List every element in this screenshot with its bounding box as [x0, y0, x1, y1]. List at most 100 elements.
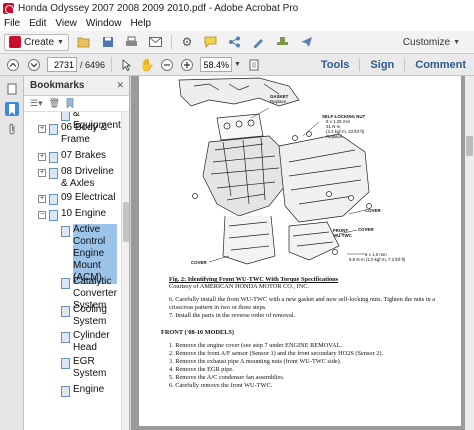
bookmarks-scrollbar[interactable]: [121, 112, 129, 430]
expand-icon[interactable]: +: [38, 169, 46, 177]
page-thumbnails-icon[interactable]: [5, 82, 19, 96]
open-folder-icon[interactable]: [75, 33, 93, 51]
toolbar-divider: [111, 57, 113, 72]
send-icon[interactable]: [298, 33, 316, 51]
menu-edit[interactable]: Edit: [29, 18, 46, 29]
chevron-down-icon[interactable]: ▼: [234, 61, 241, 68]
gear-icon[interactable]: ⚙: [178, 33, 196, 51]
bookmarks-panel: Bookmarks ✕ ☰▾ 🗑 & Equipment +06 Body & F…: [24, 76, 130, 430]
scrollbar-thumb[interactable]: [123, 202, 129, 242]
customize-label: Customize: [402, 36, 451, 48]
print-icon[interactable]: [123, 33, 141, 51]
document-scrollbar[interactable]: [465, 76, 474, 430]
delete-bookmark-icon[interactable]: 🗑: [49, 98, 60, 109]
menu-help[interactable]: Help: [130, 18, 151, 29]
select-cursor-icon[interactable]: [118, 56, 136, 74]
comment-button[interactable]: Comment: [404, 58, 474, 71]
share-icon[interactable]: [226, 33, 244, 51]
new-bookmark-icon[interactable]: [66, 97, 74, 110]
page-down-icon[interactable]: [25, 56, 43, 74]
bookmarks-toolbar: ☰▾ 🗑: [24, 96, 129, 112]
bookmark-label: 09 Electrical: [61, 192, 116, 203]
exhaust-diagram: [178, 77, 372, 265]
bookmark-item[interactable]: − 10 Engine: [38, 208, 119, 221]
bookmark-item[interactable]: Cooling System: [58, 304, 117, 328]
bookmark-item[interactable]: Active Control Engine Mount (ACM): [58, 224, 117, 284]
bookmark-page-icon: [61, 358, 70, 369]
step-b-1: 1. Remove the engine cover (see step 7 u…: [169, 342, 343, 349]
callout-nut-sub: Replace.: [326, 134, 344, 139]
step-a-6: 6. Carefully install the front WU-TWC wi…: [169, 296, 436, 311]
bookmark-label: 10 Engine: [61, 208, 107, 219]
step-b-5: 5. Remove the A/C condenser fan assembli…: [169, 374, 285, 381]
step-b-6: 6. Carefully remove the front WU-TWC.: [169, 382, 273, 389]
collapse-icon[interactable]: −: [38, 211, 46, 219]
step-b-2: 2. Remove the front A/F sensor (Sensor 1…: [169, 350, 384, 357]
page-up-icon[interactable]: [4, 56, 22, 74]
hand-icon[interactable]: ✋: [138, 56, 156, 74]
callout-gasket-sub: Replace.: [270, 99, 288, 104]
menu-file[interactable]: File: [4, 18, 20, 29]
sign-pen-icon[interactable]: [250, 33, 268, 51]
bookmark-item[interactable]: Engine: [58, 384, 117, 397]
save-icon[interactable]: [99, 33, 117, 51]
page-number-input[interactable]: [47, 57, 77, 72]
bookmark-page-icon: [61, 112, 70, 121]
bookmark-label: 08 Driveline & Axles: [61, 166, 114, 189]
bookmark-page-icon: [61, 332, 70, 343]
bookmark-label: 07 Brakes: [61, 150, 107, 161]
expand-icon[interactable]: +: [38, 153, 46, 161]
zoom-level-input[interactable]: [200, 57, 233, 72]
stamp-icon[interactable]: [274, 33, 292, 51]
bookmark-item[interactable]: +08 Driveline & Axles: [38, 166, 119, 190]
zoom-out-icon[interactable]: [158, 56, 176, 74]
close-icon[interactable]: ✕: [116, 80, 124, 91]
bookmark-page-icon: [49, 124, 58, 135]
bookmark-label: EGR System: [73, 356, 107, 379]
bookmark-item[interactable]: +06 Body & Frame: [38, 122, 119, 146]
bookmark-item[interactable]: +07 Brakes: [38, 150, 119, 163]
chevron-down-icon: ▼: [57, 38, 64, 46]
figure-courtesy: Courtesy of AMERICAN HONDA MOTOR CO., IN…: [169, 283, 309, 290]
customize-dropdown[interactable]: Customize ▼: [403, 37, 460, 48]
create-label: Create: [24, 36, 55, 48]
bookmark-item[interactable]: +09 Electrical: [38, 192, 119, 205]
section-heading: FRONT ('08-10 MODELS): [161, 329, 234, 336]
options-icon[interactable]: ☰▾: [30, 98, 43, 109]
bookmark-label: Active Control Engine Mount (ACM): [73, 224, 117, 284]
bookmark-page-icon: [61, 386, 70, 397]
menu-window[interactable]: Window: [86, 18, 122, 29]
email-icon[interactable]: [147, 33, 165, 51]
document-viewer[interactable]: GASKET Replace. SELF-LOCKING NUT 8 x 1.2…: [131, 76, 474, 430]
bookmarks-icon[interactable]: [4, 102, 19, 116]
navigation-pane-strip: [0, 76, 24, 430]
create-button[interactable]: Create ▼: [4, 33, 69, 51]
fit-page-icon[interactable]: [245, 56, 263, 74]
step-b-4: 4. Remove the EGR pipe.: [169, 366, 234, 373]
zoom-in-icon[interactable]: [178, 56, 196, 74]
menu-view[interactable]: View: [55, 18, 77, 29]
bookmark-page-icon: [49, 168, 58, 179]
tools-button[interactable]: Tools: [311, 59, 360, 71]
bookmark-page-icon: [61, 306, 70, 317]
attachments-icon[interactable]: [5, 122, 19, 136]
scrollbar-thumb[interactable]: [466, 136, 473, 156]
sign-button[interactable]: Sign: [359, 58, 404, 71]
expand-icon[interactable]: +: [38, 195, 46, 203]
bookmark-item[interactable]: Cylinder Head: [58, 330, 117, 354]
bookmark-item[interactable]: EGR System: [58, 356, 117, 380]
title-bar: Honda Odyssey 2007 2008 2009 2010.pdf - …: [0, 0, 474, 16]
expand-icon[interactable]: +: [38, 125, 46, 133]
step-a-7: 7. Install the parts in the reverse orde…: [169, 312, 296, 319]
callout-front-wu: WU-TWC: [333, 233, 352, 238]
comment-bubble-icon[interactable]: [202, 33, 220, 51]
bookmark-page-icon: [61, 278, 70, 289]
callout-cover-2: COVER: [358, 227, 374, 232]
acrobat-logo-icon: [3, 2, 14, 14]
bookmark-page-icon: [49, 194, 58, 205]
bookmark-label: 06 Body & Frame: [61, 122, 108, 145]
window-title: Honda Odyssey 2007 2008 2009 2010.pdf - …: [18, 2, 299, 14]
page-total: / 6496: [80, 59, 106, 70]
pdf-page: GASKET Replace. SELF-LOCKING NUT 8 x 1.2…: [139, 76, 461, 426]
main-toolbar: Create ▼ ⚙ Customize ▼: [0, 31, 474, 54]
